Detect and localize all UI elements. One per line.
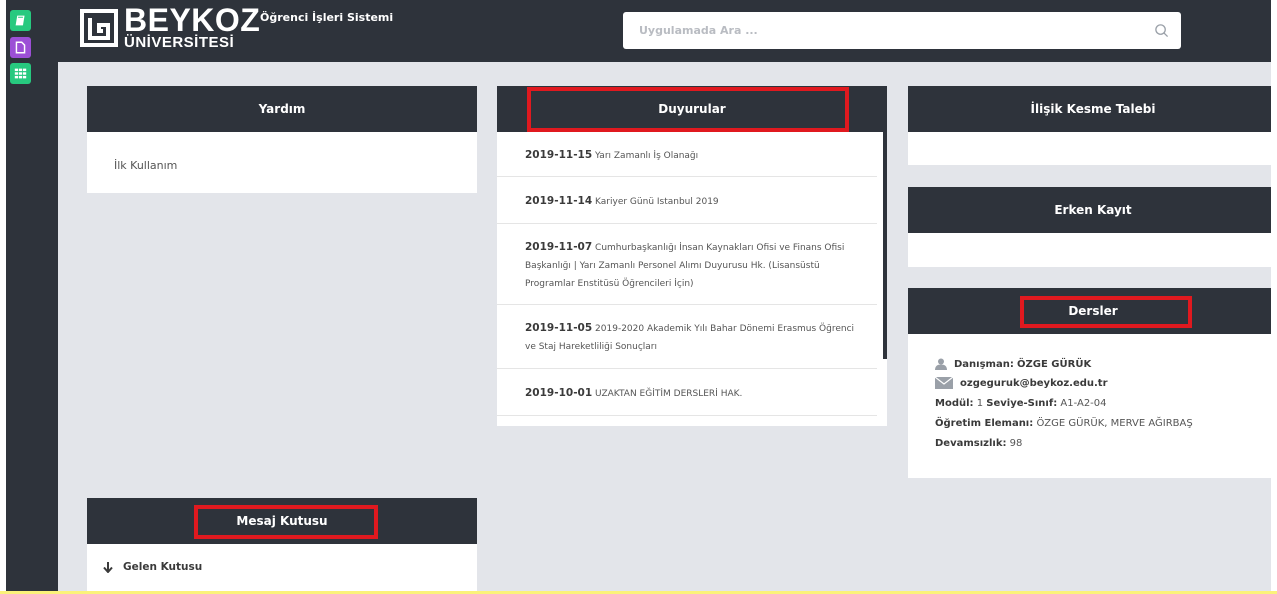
advisor-email[interactable]: ozgeguruk@beykoz.edu.tr [960, 378, 1108, 389]
highlight-mesaj-kutusu [194, 505, 378, 539]
help-panel-title: Yardım [87, 86, 477, 132]
inbox-label: Gelen Kutusu [123, 561, 203, 573]
announcement-title: Yarı Zamanlı İş Olanağı [595, 151, 699, 161]
sidebar-button-schedule[interactable] [10, 63, 31, 84]
system-name: Öğrenci İşleri Sistemi [260, 11, 394, 24]
announcement-date: 2019-11-05 [525, 322, 593, 334]
advisor-name: ÖZGE GÜRÜK [1017, 359, 1092, 370]
first-use-link[interactable]: İlk Kullanım [114, 159, 177, 172]
sidebar-button-courses[interactable] [10, 10, 31, 31]
announcements-scrollbar[interactable] [883, 132, 887, 359]
announcement-title: UZAKTAN EĞİTİM DERSLERİ HAK. [595, 389, 743, 399]
announcement-item[interactable]: 2019-11-05 2019-2020 Akademik Yılı Bahar… [497, 305, 877, 369]
top-bar: BEYKOZ ÜNİVERSİTESİ Öğrenci İşleri Siste… [58, 0, 1271, 62]
user-icon [935, 358, 947, 370]
search-box [623, 12, 1181, 49]
search-input[interactable] [623, 12, 1181, 49]
withdrawal-request-title: İlişik Kesme Talebi [908, 86, 1271, 132]
instructor-row: Öğretim Elemanı: ÖZGE GÜRÜK, MERVE AĞIRB… [935, 418, 1193, 429]
arrow-down-icon [103, 561, 113, 573]
announcements-list: 2019-11-15 Yarı Zamanlı İş Olanağı 2019-… [497, 132, 877, 426]
announcement-item[interactable]: 2019-11-14 Kariyer Günü Istanbul 2019 [497, 177, 877, 224]
help-panel: Yardım İlk Kullanım [87, 86, 477, 193]
announcement-item[interactable]: 2019-11-07 Cumhurbaşkanlığı İnsan Kaynak… [497, 224, 877, 305]
inbox-link[interactable]: Gelen Kutusu [103, 561, 202, 573]
withdrawal-request-panel: İlişik Kesme Talebi [908, 86, 1271, 165]
module-row: Modül: 1 Seviye-Sınıf: A1-A2-04 [935, 398, 1107, 409]
advisor-label: Danışman: [954, 359, 1014, 370]
announcement-date: 2019-11-07 [525, 241, 593, 253]
early-registration-title: Erken Kayıt [908, 187, 1271, 233]
absence-label: Devamsızlık: [935, 438, 1007, 449]
university-logo-icon [80, 9, 118, 47]
grid-icon [14, 68, 27, 79]
file-icon [15, 41, 26, 54]
early-registration-panel: Erken Kayıt [908, 187, 1271, 267]
sidebar [6, 0, 58, 591]
app-frame: BEYKOZ ÜNİVERSİTESİ Öğrenci İşleri Siste… [6, 0, 1271, 591]
book-icon [15, 15, 25, 26]
instructor-value: ÖZGE GÜRÜK, MERVE AĞIRBAŞ [1036, 418, 1193, 429]
module-value: 1 [976, 398, 984, 409]
announcement-title: Kariyer Günü Istanbul 2019 [595, 197, 719, 207]
instructor-label: Öğretim Elemanı: [935, 418, 1034, 429]
highlight-duyurular [527, 87, 849, 132]
announcement-date: 2019-10-01 [525, 387, 593, 399]
absence-row: Devamsızlık: 98 [935, 438, 1022, 449]
announcement-item[interactable]: 2019-11-15 Yarı Zamanlı İş Olanağı [497, 132, 877, 177]
logo-subtitle: ÜNİVERSİTESİ [124, 34, 235, 51]
announcement-date: 2019-11-14 [525, 195, 593, 207]
highlight-dersler [1020, 296, 1192, 328]
level-label: Seviye-Sınıf: [986, 398, 1058, 409]
announcement-item[interactable]: 2019-10-01 UZAKTAN EĞİTİM DERSLERİ HAK. [497, 369, 877, 416]
announcements-panel: Duyurular 2019-11-15 Yarı Zamanlı İş Ola… [497, 86, 887, 426]
level-value: A1-A2-04 [1060, 398, 1107, 409]
email-row: ozgeguruk@beykoz.edu.tr [935, 377, 1108, 389]
module-label: Modül: [935, 398, 974, 409]
logo-name: BEYKOZ [124, 2, 261, 38]
search-icon[interactable] [1154, 23, 1169, 38]
envelope-icon [935, 377, 953, 389]
announcement-date: 2019-11-15 [525, 149, 593, 161]
absence-value: 98 [1009, 438, 1023, 449]
sidebar-button-documents[interactable] [10, 37, 31, 58]
advisor-row: Danışman: ÖZGE GÜRÜK [935, 358, 1091, 370]
